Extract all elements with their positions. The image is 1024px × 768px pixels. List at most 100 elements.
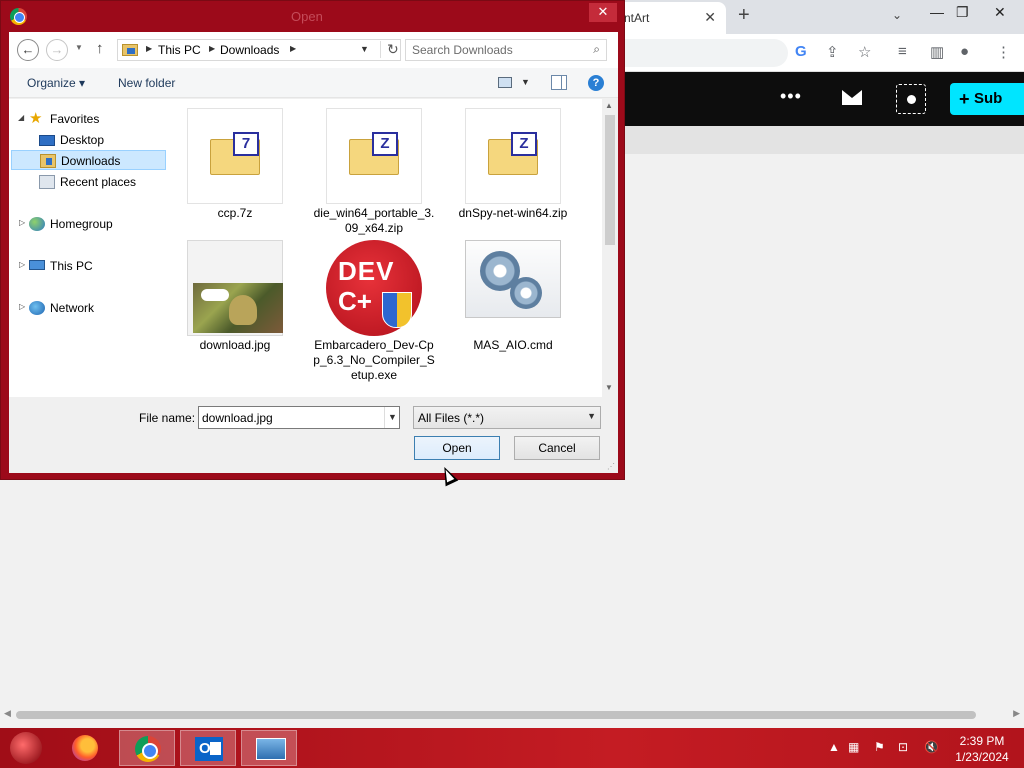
scroll-thumb[interactable]: [605, 115, 615, 245]
chevron-right-icon[interactable]: ▶: [209, 44, 215, 53]
taskbar-outlook[interactable]: O: [180, 730, 236, 766]
scroll-up-icon[interactable]: ▲: [605, 101, 613, 110]
google-icon[interactable]: G: [795, 43, 807, 60]
new-folder-button[interactable]: New folder: [118, 76, 175, 90]
profile-icon[interactable]: ●: [960, 43, 969, 60]
scroll-down-icon[interactable]: ▼: [605, 383, 613, 392]
file-name: die_win64_portable_3.09_x64.zip: [313, 206, 435, 235]
expand-icon[interactable]: ▷: [19, 218, 25, 227]
expand-icon[interactable]: ▷: [19, 260, 25, 269]
up-icon[interactable]: ↑: [96, 40, 104, 57]
taskbar-chrome[interactable]: [119, 730, 175, 766]
taskbar: O ▲ ▦ ⚑ ⊡ 🔇 2:39 PM 1/23/2024: [0, 728, 1024, 768]
resize-grip-icon[interactable]: ⋰: [607, 462, 615, 471]
computer-icon: [29, 260, 45, 270]
chevron-right-icon[interactable]: ▶: [146, 44, 152, 53]
file-name-input[interactable]: [202, 410, 382, 425]
close-window-icon[interactable]: ✕: [994, 4, 1006, 21]
file-name: download.jpg: [199, 338, 271, 352]
nav-item-downloads[interactable]: Downloads: [11, 150, 166, 170]
minimize-icon[interactable]: —: [930, 4, 944, 20]
nav-item-network[interactable]: Network: [29, 298, 159, 318]
close-icon[interactable]: ✕: [704, 9, 716, 26]
open-button[interactable]: Open: [414, 436, 500, 460]
organize-button[interactable]: Organize ▾: [27, 76, 85, 90]
chevron-down-icon[interactable]: ⌄: [892, 8, 902, 22]
chevron-down-icon[interactable]: ▼: [360, 44, 369, 54]
clock-time: 2:39 PM: [959, 734, 1005, 748]
outlook-icon: O: [195, 737, 223, 761]
recent-locations-icon[interactable]: ▼: [75, 43, 83, 52]
preview-pane-icon[interactable]: [551, 75, 567, 90]
mail-icon[interactable]: [842, 90, 862, 105]
dialog-titlebar[interactable]: Open ✕: [1, 1, 624, 32]
7z-icon: 7: [233, 132, 259, 156]
plus-icon: +: [959, 89, 970, 109]
plus-icon[interactable]: +: [738, 4, 750, 27]
chevron-down-icon[interactable]: ▼: [521, 77, 530, 87]
expand-icon[interactable]: ▷: [19, 302, 25, 311]
address-bar[interactable]: [618, 39, 788, 67]
chevron-right-icon[interactable]: ▶: [290, 44, 296, 53]
breadcrumb[interactable]: ▶ This PC ▶ Downloads ▶ ▼ ↻: [117, 39, 401, 61]
devcpp-icon: DEV C+: [326, 240, 422, 336]
chrome-icon: [135, 736, 161, 762]
chevron-down-icon[interactable]: ▼: [384, 407, 400, 428]
file-type-value: All Files (*.*): [418, 411, 485, 425]
flag-icon[interactable]: ⚑: [874, 740, 885, 754]
downloads-folder-icon: [122, 44, 138, 56]
more-icon[interactable]: •••: [780, 86, 802, 107]
zip-icon: Z: [511, 132, 537, 156]
navigation-pane: ◢ ★ Favorites Desktop Downloads Recent p…: [9, 99, 171, 397]
browser-tab[interactable]: ntArt ✕: [608, 2, 726, 34]
star-icon[interactable]: ☆: [858, 43, 871, 61]
search-icon[interactable]: ⌕: [593, 42, 600, 57]
search-input[interactable]: [412, 43, 582, 57]
record-icon[interactable]: [896, 84, 926, 114]
desktop-icon: [39, 135, 55, 146]
media-icon[interactable]: ≡: [898, 43, 907, 60]
start-button[interactable]: [10, 732, 42, 764]
clock[interactable]: 2:39 PM 1/23/2024: [952, 733, 1012, 765]
sidepanel-icon[interactable]: ▥: [930, 43, 944, 61]
nav-item-recent-places[interactable]: Recent places: [39, 172, 159, 192]
share-icon[interactable]: ⇪: [826, 43, 839, 61]
nav-item-desktop[interactable]: Desktop: [39, 130, 159, 150]
file-thumbnail: [465, 240, 561, 318]
restore-icon[interactable]: ❐: [956, 4, 969, 21]
file-thumbnail: Z: [326, 108, 422, 204]
taskbar-photos[interactable]: [241, 730, 297, 766]
clock-date: 1/23/2024: [955, 750, 1009, 764]
mute-icon[interactable]: 🔇: [924, 740, 939, 754]
scroll-thumb[interactable]: [16, 711, 976, 719]
navigation-bar: ← → ▼ ↑ ▶ This PC ▶ Downloads ▶ ▼ ↻ ⌕: [9, 32, 618, 68]
vertical-scrollbar[interactable]: ▲ ▼: [602, 99, 618, 397]
breadcrumb-this-pc[interactable]: This PC: [158, 43, 201, 57]
refresh-icon[interactable]: ↻: [380, 41, 399, 58]
horizontal-scrollbar[interactable]: ◀ ▶: [0, 708, 1024, 722]
zip-icon: Z: [372, 132, 398, 156]
display-icon[interactable]: ⊡: [898, 740, 908, 754]
dialog-close-button[interactable]: ✕: [589, 3, 617, 22]
scroll-left-icon[interactable]: ◀: [4, 708, 11, 719]
menu-icon[interactable]: ⋮: [996, 43, 1011, 61]
file-type-select[interactable]: All Files (*.*) ▼: [413, 406, 601, 429]
forward-icon[interactable]: →: [46, 39, 68, 61]
breadcrumb-downloads[interactable]: Downloads: [220, 43, 279, 57]
nav-item-this-pc[interactable]: This PC: [29, 256, 159, 276]
collapse-icon[interactable]: ◢: [18, 113, 24, 122]
logo-text: C+: [338, 286, 372, 316]
network-tray-icon[interactable]: ▦: [848, 740, 859, 754]
back-icon[interactable]: ←: [17, 39, 39, 61]
view-icon[interactable]: [498, 77, 512, 88]
system-tray: ▲ ▦ ⚑ ⊡ 🔇 2:39 PM 1/23/2024: [826, 728, 1024, 768]
scroll-right-icon[interactable]: ▶: [1013, 708, 1020, 719]
cancel-button[interactable]: Cancel: [514, 436, 600, 460]
submit-button[interactable]: + Sub: [950, 83, 1024, 115]
nav-item-favorites[interactable]: ★ Favorites: [29, 109, 159, 129]
help-icon[interactable]: ?: [588, 75, 604, 91]
show-hidden-icons-icon[interactable]: ▲: [828, 740, 840, 754]
nav-item-homegroup[interactable]: Homegroup: [29, 214, 159, 234]
gear-icon: [510, 277, 542, 309]
taskbar-firefox[interactable]: [57, 730, 113, 766]
